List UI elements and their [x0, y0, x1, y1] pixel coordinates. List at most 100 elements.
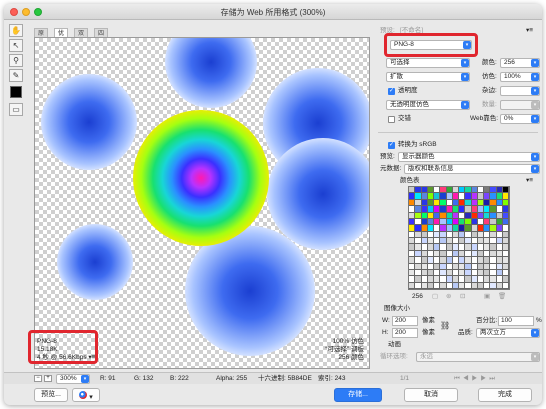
- color-table-menu-icon[interactable]: ▾≡: [526, 176, 533, 186]
- image-size-label: 图像大小: [384, 305, 410, 312]
- settings-menu-icon[interactable]: ▾≡: [526, 26, 533, 36]
- color-table-label: 颜色表: [400, 177, 420, 184]
- amount-label: 数量:: [482, 101, 497, 108]
- index-value-text: 索引: 243: [318, 375, 346, 382]
- transparency-dither-dropdown[interactable]: 无透明度仿色 ▾: [386, 100, 470, 110]
- chevron-down-icon: ▾: [531, 153, 539, 161]
- blue-gradient-circle: [57, 224, 133, 300]
- dither-amount-label: 仿色:: [482, 73, 497, 80]
- save-button[interactable]: 存储...: [334, 388, 382, 402]
- percent-label: 百分比:: [476, 317, 498, 324]
- percent-unit: %: [536, 317, 542, 324]
- zoom-level-dropdown[interactable]: 300% ▾: [56, 374, 90, 384]
- dither-amount-combo[interactable]: 100% ▾: [500, 72, 540, 82]
- eyedropper-color-swatch[interactable]: [10, 86, 22, 98]
- web-snap-label: Web靠色:: [470, 115, 499, 122]
- frame-counter-text: 1/1: [400, 375, 410, 382]
- blue-gradient-circle: [165, 38, 257, 108]
- preview-dropdown[interactable]: 显示器颜色 ▾: [398, 152, 540, 162]
- palette-type-text: “可选择” 调板: [325, 346, 364, 353]
- height-input[interactable]: 200: [392, 328, 418, 338]
- percent-input[interactable]: 100: [498, 316, 534, 326]
- color-count-text: 256 颜色: [338, 354, 364, 361]
- colors-combo[interactable]: 256 ▾: [500, 58, 540, 68]
- slice-select-tool-icon[interactable]: ↖: [9, 39, 23, 52]
- lock-color-icon[interactable]: ⊡: [460, 292, 465, 302]
- color-reduction-dropdown[interactable]: 可选择 ▾: [386, 58, 470, 68]
- red-value-text: R: 91: [100, 375, 116, 382]
- color-table-grid[interactable]: [408, 186, 510, 290]
- blue-gradient-circle: [41, 74, 137, 170]
- convert-srgb-label: 转换为 sRGB: [398, 141, 437, 148]
- resample-quality-dropdown[interactable]: 两次立方 ▾: [476, 328, 540, 338]
- chevron-down-icon: ▾: [531, 353, 539, 361]
- cancel-button[interactable]: 取消: [404, 388, 458, 402]
- colors-label: 颜色:: [482, 59, 497, 66]
- chevron-down-icon: ▾: [531, 73, 539, 81]
- chevron-down-icon: ▾: [531, 165, 539, 173]
- preview-label: 预览:: [380, 153, 395, 160]
- toolbox: ✋ ↖ ⚲ ✎ ▭: [6, 22, 28, 126]
- loop-options-label: 循环选项:: [380, 353, 408, 360]
- color-table-count-text: 256: [412, 293, 423, 300]
- chevron-down-icon: ▾: [461, 73, 469, 81]
- highlight-box-format: [384, 33, 478, 57]
- hex-value-text: 十六进制: 5B84DE: [258, 375, 312, 382]
- new-color-icon[interactable]: ▣: [484, 292, 490, 302]
- optimize-settings-panel: 预设: [不命名] ▾≡ PNG-8 ▾ 可选择 ▾ 颜色: 256 ▾ 扩散 ▾ 仿色…: [374, 22, 542, 372]
- chevron-down-icon: ▾: [531, 59, 539, 67]
- loop-options-dropdown[interactable]: 永远 ▾: [416, 352, 540, 362]
- delete-color-icon[interactable]: 🗑: [498, 292, 506, 302]
- dither-algorithm-dropdown[interactable]: 扩散 ▾: [386, 72, 470, 82]
- convert-srgb-checkbox[interactable]: ✓: [388, 142, 395, 149]
- title-bar: 存储为 Web 所用格式 (300%): [4, 4, 542, 20]
- transparency-checkbox[interactable]: ✓: [388, 88, 395, 95]
- width-input[interactable]: 200: [392, 316, 418, 326]
- chevron-down-icon: ▾: [461, 59, 469, 67]
- amount-combo[interactable]: ▾: [500, 100, 540, 110]
- divider: [378, 132, 538, 133]
- metadata-dropdown[interactable]: 版权和联系信息 ▾: [404, 164, 540, 174]
- width-unit: 像素: [422, 317, 435, 324]
- done-button[interactable]: 完成: [478, 388, 532, 402]
- rainbow-gradient-circle: [133, 110, 269, 246]
- animation-controls[interactable]: ⏮◀▶▶⏭: [454, 373, 498, 384]
- image-info-right: 100% 仿色 “可选择” 调板 256 颜色: [325, 338, 364, 362]
- web-snap-combo[interactable]: 0% ▾: [500, 114, 540, 124]
- green-value-text: G: 132: [134, 375, 154, 382]
- toggle-slices-visibility-icon[interactable]: ▭: [9, 103, 23, 116]
- transparency-label: 透明度: [398, 87, 418, 94]
- height-unit: 像素: [422, 329, 435, 336]
- quality-label: 品质:: [458, 329, 473, 336]
- map-to-transparent-icon[interactable]: ▢: [432, 292, 438, 302]
- chevron-down-icon: ▾: [81, 375, 89, 383]
- zoom-out-button[interactable]: −: [34, 375, 42, 382]
- preview-button[interactable]: 预览...: [34, 388, 68, 402]
- zoom-tool-icon[interactable]: ⚲: [9, 54, 23, 67]
- zoom-in-button[interactable]: +: [44, 375, 52, 382]
- save-for-web-dialog: 存储为 Web 所用格式 (300%) ✋ ↖ ⚲ ✎ ▭ 原稿 优化 双联 四…: [4, 4, 542, 405]
- dither-percent-text: 100% 仿色: [332, 338, 364, 345]
- chevron-down-icon: ▾: [531, 329, 539, 337]
- hand-tool-icon[interactable]: ✋: [9, 24, 23, 37]
- highlight-box-image-info: [28, 330, 98, 364]
- web-shift-icon[interactable]: ⊛: [446, 292, 451, 302]
- eyedropper-tool-icon[interactable]: ✎: [9, 69, 23, 82]
- blue-gradient-circle: [267, 138, 369, 250]
- animation-label: 动画: [388, 341, 401, 348]
- chevron-down-icon: ▾: [89, 394, 93, 401]
- interlaced-checkbox[interactable]: [388, 116, 395, 123]
- matte-dropdown[interactable]: ▾: [500, 86, 540, 96]
- constrain-proportions-link-icon[interactable]: ⛓: [440, 321, 450, 331]
- chevron-down-icon: ▾: [531, 115, 539, 123]
- color-table-swatch[interactable]: [502, 282, 509, 289]
- browser-preview-button[interactable]: ▾: [72, 388, 100, 402]
- window-title: 存储为 Web 所用格式 (300%): [220, 8, 326, 17]
- interlaced-label: 交错: [398, 115, 411, 122]
- button-bar: 预览... ▾ 存储... 取消 完成: [4, 386, 542, 405]
- width-label: W:: [382, 317, 390, 324]
- alpha-value-text: Alpha: 255: [216, 375, 248, 382]
- image-preview-canvas[interactable]: [34, 37, 370, 369]
- matte-label: 杂边:: [482, 87, 497, 94]
- chevron-down-icon: ▾: [461, 101, 469, 109]
